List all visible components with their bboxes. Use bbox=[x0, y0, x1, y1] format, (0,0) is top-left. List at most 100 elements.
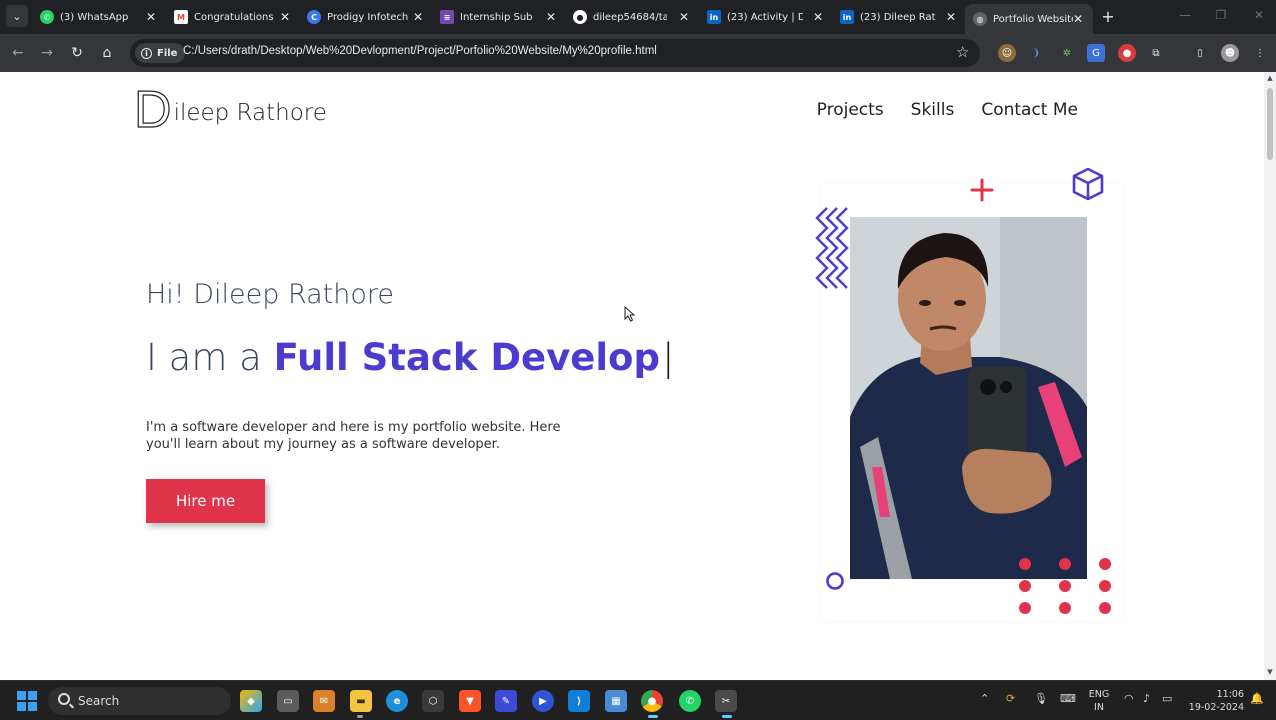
cube-decoration-icon bbox=[1072, 167, 1104, 201]
tray-overflow-icon[interactable]: ⌃ bbox=[980, 692, 989, 705]
tab-title: dileep54684/task bbox=[593, 11, 667, 23]
tab-title: Internship Submission bbox=[460, 11, 532, 23]
extension-record-icon[interactable]: ● bbox=[1118, 44, 1136, 62]
tab-title: Portfolio Website bbox=[993, 13, 1073, 25]
taskbar-search-label: Search bbox=[78, 694, 120, 708]
minimize-icon[interactable]: — bbox=[1178, 8, 1192, 22]
page-scrollbar[interactable]: ▲ ▼ bbox=[1264, 72, 1276, 680]
profile-photo-illustration bbox=[850, 217, 1087, 579]
tab-title: (23) Activity | Dileep bbox=[727, 11, 803, 23]
nav-link-contact[interactable]: Contact Me bbox=[981, 100, 1078, 120]
edge-browser-icon[interactable]: e bbox=[386, 690, 408, 712]
github-icon: ● bbox=[573, 10, 587, 24]
restore-icon[interactable]: ❐ bbox=[1214, 8, 1228, 22]
snipping-tool-icon[interactable]: ✂ bbox=[715, 690, 737, 712]
scroll-thumb[interactable] bbox=[1267, 88, 1273, 160]
scroll-up-icon[interactable]: ▲ bbox=[1266, 74, 1274, 82]
search-icon bbox=[58, 693, 70, 705]
reload-icon[interactable]: ↻ bbox=[68, 44, 86, 62]
hire-me-button[interactable]: Hire me bbox=[146, 479, 265, 523]
close-icon[interactable]: ✕ bbox=[144, 10, 158, 24]
linkedin-icon: in bbox=[707, 10, 721, 24]
tab-title: (3) WhatsApp bbox=[60, 11, 129, 23]
tray-keyboard-icon[interactable]: ⌨ bbox=[1060, 692, 1076, 705]
site-info-button[interactable]: i File bbox=[135, 43, 186, 63]
back-icon[interactable]: ← bbox=[9, 44, 27, 62]
tab-whatsapp[interactable]: ✆ (3) WhatsApp ✕ bbox=[40, 4, 158, 30]
address-bar[interactable]: i File C:/Users/drath/Desktop/Web%20Devl… bbox=[130, 39, 980, 67]
extension-puzzle-green-icon[interactable]: ✲ bbox=[1058, 44, 1076, 62]
notification-bell-icon[interactable]: 🔔 bbox=[1250, 692, 1264, 705]
extension-sound-icon[interactable]: ❩ bbox=[1027, 44, 1045, 62]
region-code: IN bbox=[1094, 702, 1104, 713]
running-indicator bbox=[357, 715, 363, 718]
translate-icon[interactable]: G bbox=[1087, 44, 1105, 62]
new-tab-button[interactable]: + bbox=[1100, 7, 1116, 26]
brave-browser-icon[interactable]: ▼ bbox=[459, 690, 481, 712]
tray-mic-icon[interactable]: 🎙 bbox=[1034, 692, 1048, 705]
mail-app-icon[interactable]: ✉ bbox=[313, 690, 335, 712]
tab-search-button[interactable]: ⌄ bbox=[6, 5, 28, 27]
mouse-cursor-icon bbox=[624, 306, 636, 322]
language-code: ENG bbox=[1088, 689, 1110, 700]
prodigy-icon: C bbox=[307, 10, 321, 24]
site-logo[interactable]: D ileep Rathore bbox=[133, 83, 327, 136]
close-icon[interactable]: ✕ bbox=[944, 10, 958, 24]
vscode-icon[interactable]: ⟩ bbox=[568, 690, 590, 712]
tab-gmail[interactable]: M Congratulations ✕ bbox=[174, 4, 292, 30]
forward-icon[interactable]: → bbox=[38, 44, 56, 62]
url-text[interactable]: C:/Users/drath/Desktop/Web%20Devlopment/… bbox=[183, 45, 657, 57]
tab-title: Prodigy Infotech bbox=[327, 11, 409, 23]
role-prefix: I am a bbox=[146, 336, 274, 379]
tab-linkedin-profile[interactable]: in (23) Dileep Rathore ✕ bbox=[840, 4, 958, 30]
tab-internship[interactable]: ≡ Internship Submission ✕ bbox=[440, 4, 558, 30]
tab-portfolio[interactable]: ◍ Portfolio Website ✕ bbox=[965, 4, 1093, 34]
taskbar-search[interactable]: Search bbox=[48, 687, 231, 715]
wifi-icon[interactable]: ◠ bbox=[1124, 692, 1134, 705]
tray-update-icon[interactable]: ⟳ bbox=[1006, 692, 1015, 705]
close-icon[interactable]: ✕ bbox=[677, 10, 691, 24]
portfolio-page: D ileep Rathore Projects Skills Contact … bbox=[0, 72, 1264, 680]
ring-decoration-icon bbox=[826, 572, 844, 590]
forms-icon: ≡ bbox=[440, 10, 454, 24]
taskbar-clock[interactable]: 11:06 19-02-2024 bbox=[1188, 688, 1244, 714]
close-window-icon[interactable]: ✕ bbox=[1252, 8, 1266, 22]
extensions-icon[interactable]: ⧉ bbox=[1147, 44, 1165, 62]
nav-link-skills[interactable]: Skills bbox=[911, 100, 955, 120]
dots-decoration-icon bbox=[1019, 558, 1111, 614]
settings-app-icon[interactable]: ⬡ bbox=[422, 690, 444, 712]
windows-start-icon[interactable] bbox=[17, 691, 37, 711]
menu-kebab-icon[interactable]: ⋮ bbox=[1251, 44, 1269, 62]
tab-linkedin-activity[interactable]: in (23) Activity | Dileep ✕ bbox=[707, 4, 825, 30]
file-explorer-icon[interactable]: ▬ bbox=[350, 690, 372, 712]
editor-app-icon[interactable]: ✎ bbox=[495, 690, 517, 712]
extension-avatar-icon[interactable]: ☺ bbox=[998, 44, 1016, 62]
language-indicator[interactable]: ENG IN bbox=[1088, 688, 1110, 714]
close-icon[interactable]: ✕ bbox=[544, 10, 558, 24]
plus-decoration-icon bbox=[970, 178, 994, 202]
battery-icon[interactable]: ▭ bbox=[1162, 692, 1172, 705]
tab-title: (23) Dileep Rathore bbox=[860, 11, 936, 23]
bookmark-star-icon[interactable]: ☆ bbox=[956, 43, 969, 61]
profile-avatar-icon[interactable]: ☻ bbox=[1221, 44, 1239, 62]
task-view-icon[interactable]: ▭ bbox=[277, 690, 299, 712]
store-app-icon[interactable]: ▦ bbox=[605, 690, 627, 712]
info-icon: i bbox=[141, 47, 152, 59]
chrome-browser-icon[interactable]: ● bbox=[641, 690, 663, 712]
whatsapp-app-icon[interactable]: ✆ bbox=[679, 690, 701, 712]
volume-icon[interactable]: ♪ bbox=[1143, 692, 1150, 705]
nav-link-projects[interactable]: Projects bbox=[817, 100, 884, 120]
home-icon[interactable]: ⌂ bbox=[98, 44, 116, 62]
close-icon[interactable]: ✕ bbox=[1071, 12, 1085, 26]
zoom-app-icon[interactable]: ▶ bbox=[532, 690, 554, 712]
logo-name: ileep Rathore bbox=[173, 100, 327, 126]
scroll-down-icon[interactable]: ▼ bbox=[1266, 668, 1274, 676]
widgets-app-icon[interactable]: ◆ bbox=[240, 690, 262, 712]
tab-github[interactable]: ● dileep54684/task ✕ bbox=[573, 4, 691, 30]
close-icon[interactable]: ✕ bbox=[811, 10, 825, 24]
side-panel-icon[interactable]: ▯ bbox=[1191, 44, 1209, 62]
close-icon[interactable]: ✕ bbox=[278, 10, 292, 24]
file-chip-label: File bbox=[157, 47, 178, 59]
close-icon[interactable]: ✕ bbox=[411, 10, 425, 24]
tab-prodigy[interactable]: C Prodigy Infotech ✕ bbox=[307, 4, 425, 30]
